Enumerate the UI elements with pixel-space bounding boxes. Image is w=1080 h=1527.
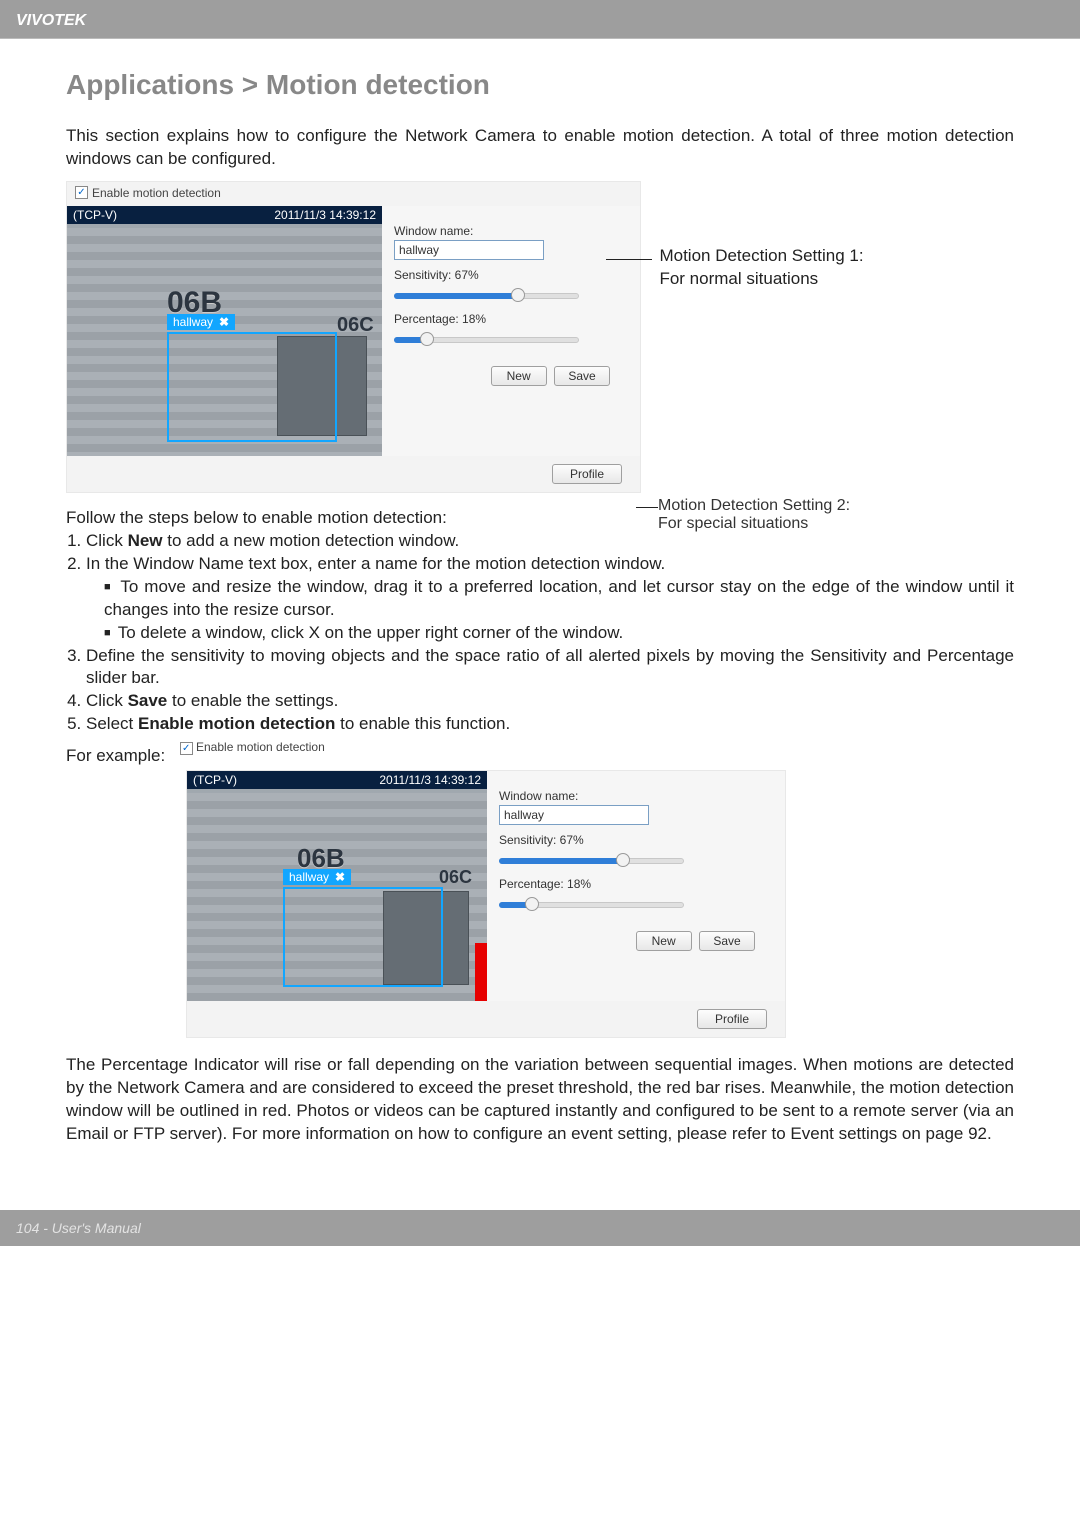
percentage-indicator-bar: [475, 943, 487, 1001]
motion-controls-panel: Window name: Sensitivity: 67% Percentage…: [487, 771, 785, 1001]
screenshot-row-1: ✓ Enable motion detection (TCP-V) 2011/1…: [66, 181, 1014, 499]
page-header: VIVOTEK: [0, 0, 1080, 39]
step-text: In the Window Name text box, enter a nam…: [86, 554, 665, 573]
callout-leader-line: [636, 507, 658, 508]
slider-thumb[interactable]: [616, 853, 630, 867]
step-1: Click New to add a new motion detection …: [86, 530, 1014, 553]
step-text: to enable this function.: [335, 714, 510, 733]
sensitivity-slider[interactable]: [499, 851, 684, 869]
step-text: Click: [86, 691, 128, 710]
callout-1-line2: For normal situations: [659, 269, 818, 288]
window-name-label: Window name:: [394, 224, 628, 238]
page-footer: 104 - User's Manual: [0, 1210, 1080, 1246]
motion-detection-screenshot-2: (TCP-V) 2011/11/3 14:39:12 06B 06C hallw…: [186, 770, 786, 1038]
step-bold: New: [128, 531, 163, 550]
callout-setting-2: Motion Detection Setting 2: For special …: [658, 497, 850, 533]
footer-text: 104 - User's Manual: [16, 1220, 141, 1236]
callout-2-line1: Motion Detection Setting 2:: [658, 497, 850, 514]
window-name-label: Window name:: [499, 789, 773, 803]
motion-window-name: hallway: [289, 870, 329, 884]
button-row: New Save: [499, 931, 773, 951]
profile-row: Profile: [187, 1001, 785, 1037]
profile-row: Profile: [67, 456, 640, 492]
motion-controls-panel: Window name: Sensitivity: 67% Percentage…: [382, 206, 640, 456]
motion-window-label-bar[interactable]: hallway ✖: [167, 314, 235, 330]
profile-button[interactable]: Profile: [552, 464, 622, 484]
video-timestamp: 2011/11/3 14:39:12: [274, 208, 376, 222]
video-timestamp: 2011/11/3 14:39:12: [379, 773, 481, 787]
save-button[interactable]: Save: [699, 931, 755, 951]
button-row: New Save: [394, 366, 628, 386]
follow-steps-intro: Follow the steps below to enable motion …: [66, 507, 1014, 530]
motion-window-name: hallway: [173, 315, 213, 329]
bottom-paragraph: The Percentage Indicator will rise or fa…: [66, 1054, 1014, 1146]
close-icon[interactable]: ✖: [335, 870, 345, 884]
page-body: Applications > Motion detection This sec…: [0, 39, 1080, 1186]
percentage-slider[interactable]: [394, 330, 579, 348]
step-3: Define the sensitivity to moving objects…: [86, 645, 1014, 691]
motion-detection-screenshot-1: ✓ Enable motion detection (TCP-V) 2011/1…: [66, 181, 641, 493]
percentage-label: Percentage: 18%: [394, 312, 628, 326]
video-title-bar: (TCP-V) 2011/11/3 14:39:12: [67, 206, 382, 224]
slider-fill: [394, 293, 518, 299]
step-2: In the Window Name text box, enter a nam…: [86, 553, 1014, 645]
profile-button[interactable]: Profile: [697, 1009, 767, 1029]
enable-motion-checkbox[interactable]: ✓: [75, 186, 88, 199]
callout-2-line2: For special situations: [658, 515, 808, 532]
sensitivity-label: Sensitivity: 67%: [394, 268, 628, 282]
screenshot-body: (TCP-V) 2011/11/3 14:39:12 06B 06C hallw…: [187, 771, 785, 1001]
step-bold: Enable motion detection: [138, 714, 335, 733]
callout-leader-line: [606, 259, 652, 260]
callout-setting-1: Motion Detection Setting 1: For normal s…: [659, 245, 863, 291]
sensitivity-slider[interactable]: [394, 286, 579, 304]
enable-motion-checkbox[interactable]: ✓: [180, 742, 193, 755]
page-title: Applications > Motion detection: [66, 69, 1014, 101]
video-preview: (TCP-V) 2011/11/3 14:39:12 06B 06C hallw…: [187, 771, 487, 1001]
enable-motion-row: ✓ Enable motion detection: [67, 182, 640, 206]
brand-label: VIVOTEK: [16, 12, 86, 29]
video-stream-label: (TCP-V): [193, 773, 237, 787]
step-bold: Save: [128, 691, 168, 710]
close-icon[interactable]: ✖: [219, 315, 229, 329]
slider-thumb[interactable]: [420, 332, 434, 346]
percentage-slider[interactable]: [499, 895, 684, 913]
screenshot-body: (TCP-V) 2011/11/3 14:39:12 06B 06C hallw…: [67, 206, 640, 456]
callout-1-line1: Motion Detection Setting 1:: [659, 246, 863, 265]
slider-thumb[interactable]: [525, 897, 539, 911]
step-text: to add a new motion detection window.: [163, 531, 460, 550]
motion-window-label-bar[interactable]: hallway ✖: [283, 869, 351, 885]
motion-detection-window[interactable]: hallway ✖: [167, 332, 337, 442]
step-text: to enable the settings.: [167, 691, 338, 710]
new-button[interactable]: New: [491, 366, 547, 386]
slider-thumb[interactable]: [511, 288, 525, 302]
video-title-bar: (TCP-V) 2011/11/3 14:39:12: [187, 771, 487, 789]
steps-list: Click New to add a new motion detection …: [66, 530, 1014, 736]
step-2-sublist: To move and resize the window, drag it t…: [86, 576, 1014, 645]
video-preview: (TCP-V) 2011/11/3 14:39:12 06B 06C hallw…: [67, 206, 382, 456]
building-sign-b: 06C: [337, 314, 374, 337]
window-name-input[interactable]: [394, 240, 544, 260]
window-name-input[interactable]: [499, 805, 649, 825]
percentage-label: Percentage: 18%: [499, 877, 773, 891]
enable-motion-row-2: ✓ Enable motion detection: [180, 740, 325, 755]
new-button[interactable]: New: [636, 931, 692, 951]
for-example-label: For example:: [66, 746, 165, 766]
intro-paragraph: This section explains how to configure t…: [66, 125, 1014, 171]
step-4: Click Save to enable the settings.: [86, 690, 1014, 713]
example-row: For example: ✓ Enable motion detection: [66, 740, 1014, 766]
enable-motion-label: Enable motion detection: [92, 186, 221, 200]
enable-motion-label: Enable motion detection: [196, 740, 325, 754]
sensitivity-label: Sensitivity: 67%: [499, 833, 773, 847]
video-stream-label: (TCP-V): [73, 208, 117, 222]
motion-detection-window[interactable]: hallway ✖: [283, 887, 443, 987]
step-text: Select: [86, 714, 138, 733]
save-button[interactable]: Save: [554, 366, 610, 386]
step-2-sub2: To delete a window, click X on the upper…: [104, 622, 1014, 645]
step-2-sub1: To move and resize the window, drag it t…: [104, 576, 1014, 622]
building-sign-b: 06C: [439, 867, 472, 888]
step-text: Click: [86, 531, 128, 550]
step-5: Select Enable motion detection to enable…: [86, 713, 1014, 736]
slider-fill: [499, 858, 623, 864]
